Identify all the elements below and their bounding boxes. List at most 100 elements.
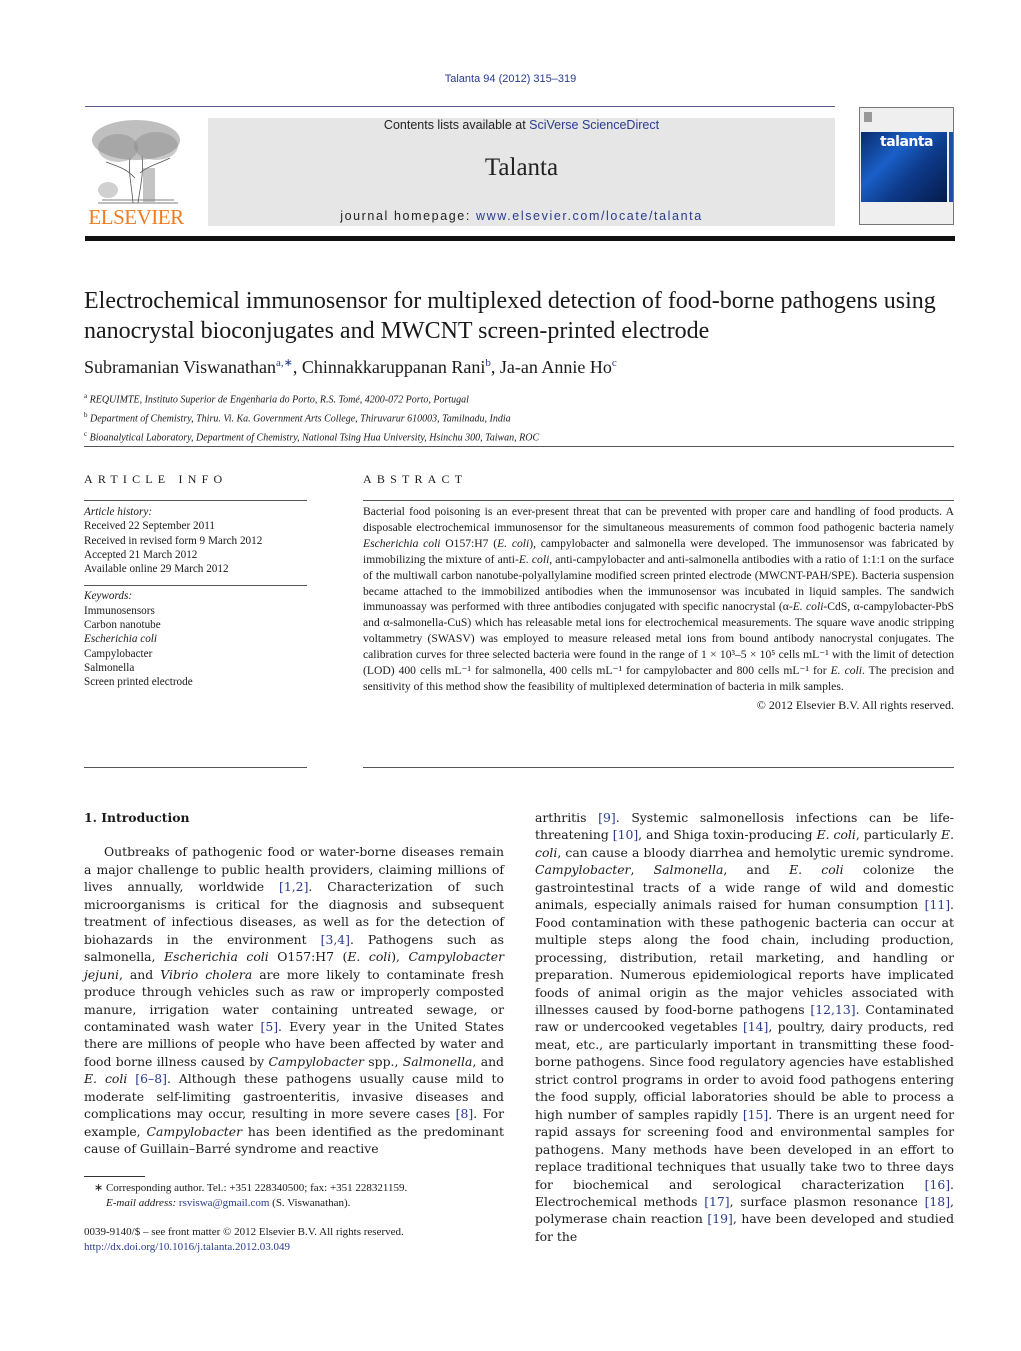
article-info: ARTICLE INFO Article history: Received 2… — [84, 472, 307, 690]
history-item: Received 22 September 2011 — [84, 520, 215, 533]
keyword: Screen printed electrode — [84, 676, 193, 689]
author-separator: , — [490, 357, 500, 377]
citation-link[interactable]: [9] — [598, 810, 616, 825]
citation-link[interactable]: [5] — [260, 1019, 278, 1034]
cover-publisher-icon — [864, 112, 872, 122]
cover-strip — [949, 132, 953, 202]
citation-link[interactable]: [11] — [925, 897, 950, 912]
affil-marker: c — [84, 429, 88, 438]
citation-link[interactable]: [17] — [704, 1194, 729, 1209]
elsevier-logo[interactable]: ELSEVIER — [84, 118, 188, 230]
author-affil-link[interactable]: a,∗ — [276, 357, 293, 369]
history-item: Received in revised form 9 March 2012 — [84, 534, 263, 547]
info-bottom-rule — [84, 767, 307, 768]
corresponding-text: Corresponding author. Tel.: +351 2283405… — [105, 1182, 408, 1194]
body-text: , and — [723, 862, 790, 878]
homepage-link[interactable]: www.elsevier.com/locate/talanta — [476, 209, 703, 223]
article-info-rule — [84, 500, 307, 501]
citation-link[interactable]: [10] — [613, 827, 638, 842]
citation-link[interactable]: [16] — [925, 1177, 950, 1192]
italic-term: Campylobacter — [535, 862, 631, 878]
citation-link[interactable]: [19] — [707, 1211, 732, 1226]
body-text: , and — [118, 966, 161, 982]
affil-text: Bioanalytical Laboratory, Department of … — [89, 431, 540, 443]
body-text: arthritis — [535, 810, 599, 825]
sciencedirect-link[interactable]: SciVerse ScienceDirect — [529, 118, 659, 132]
body-text: , and Shiga toxin-producing — [638, 827, 817, 843]
body-text: , surface plasmon resonance — [729, 1193, 925, 1209]
email-link[interactable]: rsviswa@gmail.com — [179, 1197, 269, 1209]
author-name[interactable]: Subramanian Viswanathan — [84, 357, 276, 377]
italic-term: Salmonella — [653, 862, 724, 878]
affiliation: c Bioanalytical Laboratory, Department o… — [84, 427, 539, 446]
italic-term: Campylobacter — [268, 1053, 364, 1069]
body-text: . Food contamination with these pathogen… — [535, 897, 954, 1017]
abstract-copyright: © 2012 Elsevier B.V. All rights reserved… — [756, 697, 954, 712]
italic-term: E. coli — [816, 827, 856, 843]
footnote-star: ∗ — [94, 1182, 104, 1194]
intro-paragraph: Outbreaks of pathogenic food or water-bo… — [84, 843, 504, 1157]
italic-term: E. coli — [84, 1071, 128, 1087]
affil-text: Department of Chemistry, Thiru. Vi. Ka. … — [90, 413, 511, 425]
body-text: O157:H7 ( — [268, 949, 348, 965]
citation-link[interactable]: [15] — [743, 1107, 768, 1122]
issn-line: 0039-9140/$ – see front matter © 2012 El… — [84, 1226, 404, 1238]
header-rule — [85, 106, 835, 107]
italic-term: E. coli — [789, 862, 844, 878]
history-item: Available online 29 March 2012 — [84, 563, 229, 576]
citation-link[interactable]: [1,2] — [279, 879, 308, 894]
article-history: Article history: Received 22 September 2… — [84, 505, 307, 576]
journal-citation[interactable]: Talanta 94 (2012) 315–319 — [0, 73, 1021, 85]
body-text: , particularly — [855, 827, 942, 843]
affiliation: b Department of Chemistry, Thiru. Vi. Ka… — [84, 408, 539, 427]
keyword: Immunosensors — [84, 604, 155, 617]
citation-link[interactable]: [14] — [743, 1019, 768, 1034]
email-label: E-mail address: — [106, 1197, 177, 1209]
abstract-text: Bacterial food poisoning is an ever-pres… — [363, 505, 955, 693]
abstract-heading: ABSTRACT — [363, 472, 468, 486]
italic-term: Campylobacter — [146, 1123, 242, 1139]
affiliations: a REQUIMTE, Instituto Superior de Engenh… — [84, 389, 539, 445]
italic-term: Vibrio cholera — [160, 966, 253, 982]
front-matter: 0039-9140/$ – see front matter © 2012 El… — [84, 1225, 514, 1255]
keyword: Salmonella — [84, 661, 135, 674]
author-list: Subramanian Viswanathana,∗, Chinnakkarup… — [84, 356, 617, 378]
keywords: Keywords: Immunosensors Carbon nanotube … — [84, 589, 307, 689]
corresponding-author-footnote: ∗ Corresponding author. Tel.: +351 22834… — [84, 1181, 514, 1211]
footnote-rule — [84, 1176, 145, 1177]
body-column-left: 1. Introduction Outbreaks of pathogenic … — [84, 809, 504, 1158]
affiliation: a REQUIMTE, Instituto Superior de Engenh… — [84, 389, 539, 408]
journal-banner: Contents lists available at SciVerse Sci… — [208, 118, 835, 226]
affil-marker: b — [84, 410, 88, 419]
abstract-rule — [363, 500, 954, 501]
journal-cover[interactable]: talanta — [859, 107, 954, 225]
author-affil-link[interactable]: c — [612, 357, 617, 369]
keyword: Carbon nanotube — [84, 619, 161, 632]
italic-term: Escherichia coli — [164, 949, 269, 965]
homepage-line: journal homepage: www.elsevier.com/locat… — [208, 209, 835, 223]
affil-text: REQUIMTE, Instituto Superior de Engenhar… — [89, 394, 469, 406]
journal-title: Talanta — [484, 154, 559, 181]
doi-link[interactable]: http://dx.doi.org/10.1016/j.talanta.2012… — [84, 1241, 290, 1253]
italic-term: Salmonella — [402, 1053, 473, 1069]
body-text: , — [630, 862, 654, 878]
author-name[interactable]: Chinnakkaruppanan Rani — [302, 357, 485, 377]
elsevier-wordmark: ELSEVIER — [88, 205, 184, 229]
cover-title: talanta — [880, 134, 934, 150]
keyword: Escherichia coli — [84, 633, 158, 646]
abstract: ABSTRACT Bacterial food poisoning is an … — [363, 472, 954, 713]
citation-link[interactable]: [12,13] — [810, 1002, 855, 1017]
author-separator: , — [292, 357, 302, 377]
body-text: , can cause a bloody diarrhea and hemoly… — [557, 844, 954, 860]
article-title: Electrochemical immunosensor for multipl… — [84, 288, 936, 344]
contents-prefix: Contents lists available at — [383, 118, 530, 132]
tree-icon — [92, 120, 180, 204]
citation-link[interactable]: [3,4] — [321, 932, 350, 947]
body-text: ), — [391, 949, 409, 965]
italic-term: E. coli — [347, 949, 392, 965]
citation-link[interactable]: [6–8] — [135, 1071, 167, 1086]
citation-link[interactable]: [8] — [456, 1106, 474, 1121]
body-text: spp., — [363, 1053, 403, 1069]
citation-link[interactable]: [18] — [925, 1194, 950, 1209]
author-name[interactable]: Ja-an Annie Ho — [500, 357, 612, 377]
